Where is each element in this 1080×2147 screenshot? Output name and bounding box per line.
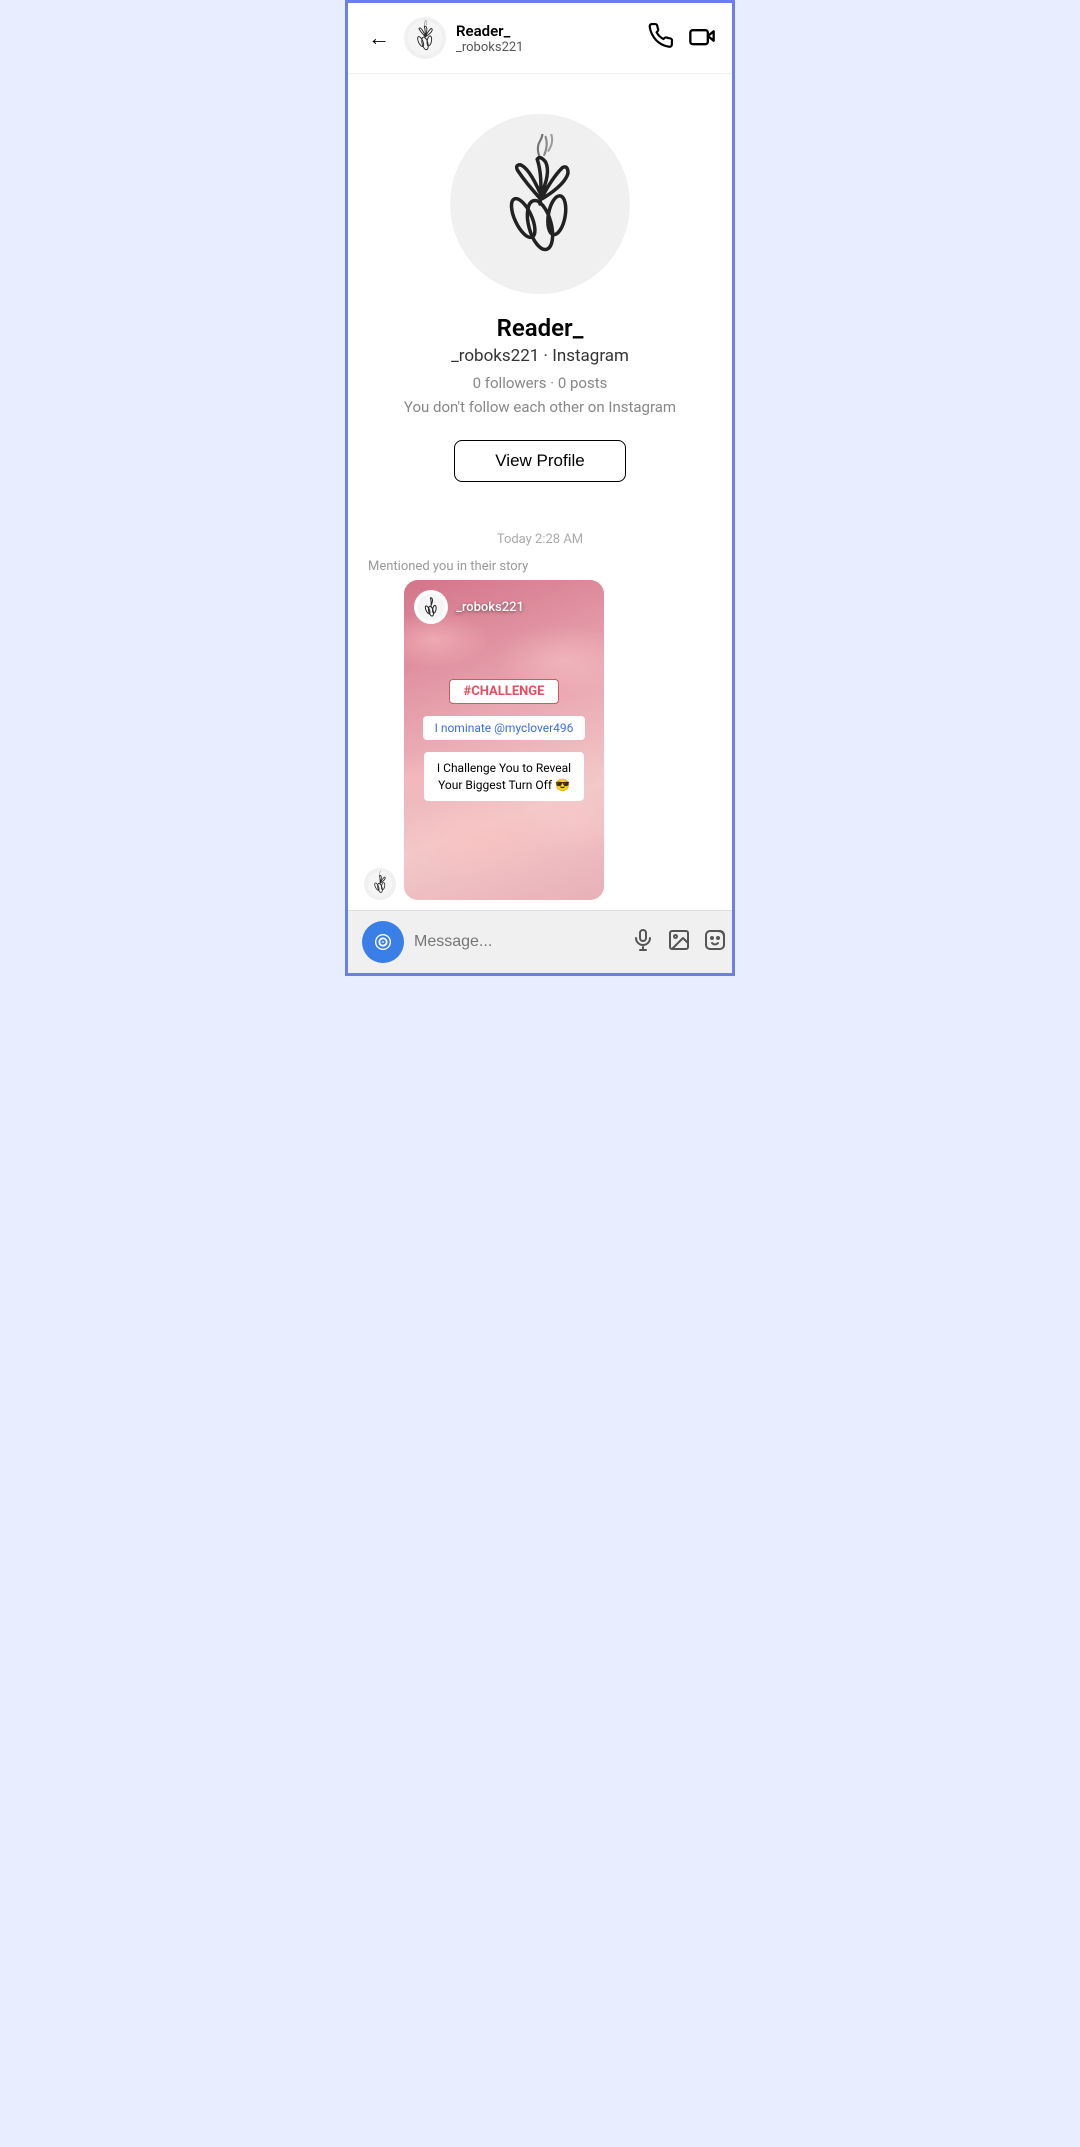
input-bar bbox=[348, 910, 732, 973]
story-card[interactable]: _roboks221 #CHALLENGE I nominate @myclov… bbox=[404, 580, 604, 900]
view-profile-button[interactable]: View Profile bbox=[454, 440, 625, 482]
profile-follow-status: You don't follow each other on Instagram bbox=[404, 398, 676, 416]
profile-handle-platform: _roboks221 · Instagram bbox=[451, 346, 629, 366]
timestamp-divider: Today 2:28 AM bbox=[364, 532, 716, 547]
header-avatar[interactable] bbox=[404, 17, 446, 59]
phone-frame: ← Reader_ _roboks221 bbox=[345, 0, 735, 976]
header-username: _roboks221 bbox=[456, 40, 638, 55]
image-button[interactable] bbox=[667, 928, 691, 956]
mention-label: Mentioned you in their story bbox=[364, 559, 716, 574]
image-icon bbox=[667, 928, 691, 952]
profile-name: Reader_ bbox=[497, 314, 584, 342]
profile-stats: 0 followers · 0 posts bbox=[473, 374, 608, 392]
challenge-text: I Challenge You to Reveal Your Biggest T… bbox=[424, 752, 584, 802]
phone-call-button[interactable] bbox=[648, 23, 674, 53]
camera-icon bbox=[372, 931, 394, 953]
message-input[interactable] bbox=[414, 933, 621, 951]
video-call-button[interactable] bbox=[688, 22, 716, 54]
chat-header: ← Reader_ _roboks221 bbox=[348, 3, 732, 74]
story-background: _roboks221 #CHALLENGE I nominate @myclov… bbox=[404, 580, 604, 900]
nominate-box: I nominate @myclover496 bbox=[423, 716, 586, 740]
story-header: _roboks221 bbox=[404, 580, 604, 630]
story-username: _roboks221 bbox=[456, 600, 524, 615]
header-info: Reader_ _roboks221 bbox=[456, 22, 638, 55]
chat-area: Today 2:28 AM Mentioned you in their sto… bbox=[348, 512, 732, 910]
microphone-icon bbox=[631, 928, 655, 952]
sticker-button[interactable] bbox=[703, 928, 727, 956]
camera-button[interactable] bbox=[362, 921, 404, 963]
back-button[interactable]: ← bbox=[364, 21, 394, 55]
input-actions bbox=[631, 928, 727, 956]
message-row: _roboks221 #CHALLENGE I nominate @myclov… bbox=[364, 580, 716, 900]
sticker-icon bbox=[703, 928, 727, 952]
header-name: Reader_ bbox=[456, 22, 638, 40]
profile-section: Reader_ _roboks221 · Instagram 0 followe… bbox=[348, 74, 732, 512]
header-actions bbox=[648, 22, 716, 54]
story-sender-avatar bbox=[414, 590, 448, 624]
sender-avatar bbox=[364, 868, 396, 900]
challenge-tag: #CHALLENGE bbox=[449, 679, 560, 704]
profile-avatar-large bbox=[450, 114, 630, 294]
microphone-button[interactable] bbox=[631, 928, 655, 956]
